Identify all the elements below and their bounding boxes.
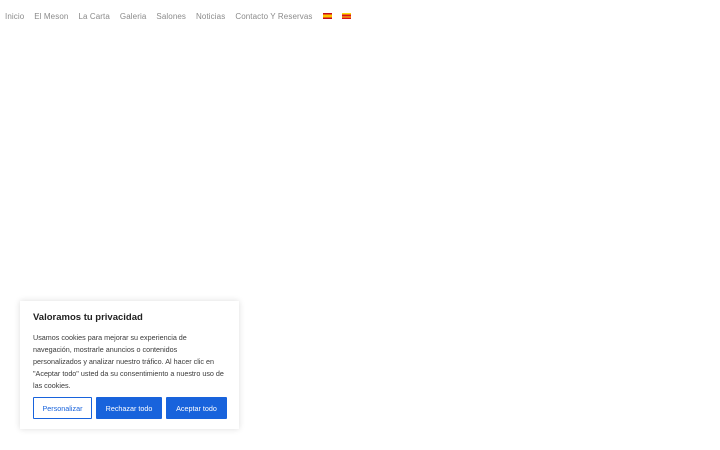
nav-item-galeria[interactable]: Galeria [120, 12, 147, 21]
page: Inicio El Meson La Carta Galeria Salones… [0, 0, 720, 450]
cookie-consent-banner: Valoramos tu privacidad Usamos cookies p… [20, 301, 239, 429]
nav-item-salones[interactable]: Salones [156, 12, 186, 21]
main-nav: Inicio El Meson La Carta Galeria Salones… [5, 9, 361, 23]
nav-item-el-meson[interactable]: El Meson [34, 12, 68, 21]
nav-item-noticias[interactable]: Noticias [196, 12, 225, 21]
cookie-banner-title: Valoramos tu privacidad [33, 312, 143, 323]
nav-item-la-carta[interactable]: La Carta [78, 12, 109, 21]
reject-all-button[interactable]: Rechazar todo [96, 397, 162, 419]
nav-item-contacto[interactable]: Contacto Y Reservas [235, 12, 312, 21]
cookie-banner-buttons: Personalizar Rechazar todo Aceptar todo [33, 397, 227, 419]
accept-all-button[interactable]: Aceptar todo [166, 397, 227, 419]
customize-button[interactable]: Personalizar [33, 397, 92, 419]
catalan-flag-icon[interactable] [341, 13, 351, 19]
nav-item-inicio[interactable]: Inicio [5, 12, 24, 21]
cookie-banner-text: Usamos cookies para mejorar su experienc… [33, 333, 224, 390]
spanish-flag-icon[interactable] [322, 13, 332, 19]
